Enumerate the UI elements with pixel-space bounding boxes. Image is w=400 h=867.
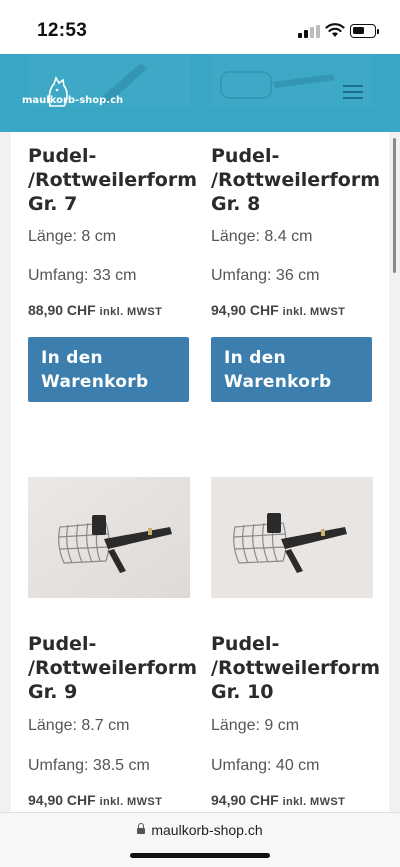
logo-text[interactable]: maulkorb-shop.ch — [22, 95, 123, 106]
product-grid: Pudel- /Rottweilerform Gr. 7 Länge: 8 cm… — [11, 132, 389, 812]
product-length: Länge: 8.7 cm — [28, 717, 130, 734]
product-image[interactable] — [28, 477, 190, 598]
product-price: 94,90 CHF inkl. MWST — [211, 302, 346, 318]
wifi-icon — [325, 23, 345, 37]
product-length: Länge: 8 cm — [28, 228, 117, 245]
home-indicator[interactable] — [130, 853, 270, 858]
url-text: maulkorb-shop.ch — [151, 822, 263, 838]
product-card: Pudel- /Rottweilerform Gr. 10 Länge: 9 c… — [211, 632, 380, 808]
status-time: 12:53 — [37, 20, 88, 41]
product-title[interactable]: Pudel- /Rottweilerform Gr. 7 — [28, 144, 197, 216]
product-price: 94,90 CHF inkl. MWST — [211, 792, 346, 808]
product-circumference: Umfang: 33 cm — [28, 267, 137, 284]
product-circumference: Umfang: 36 cm — [211, 267, 320, 284]
battery-icon — [350, 24, 379, 38]
product-length: Länge: 9 cm — [211, 717, 300, 734]
product-circumference: Umfang: 40 cm — [211, 757, 320, 774]
product-card: Pudel- /Rottweilerform Gr. 8 Länge: 8.4 … — [211, 144, 380, 402]
product-price: 88,90 CHF inkl. MWST — [28, 302, 163, 318]
product-title[interactable]: Pudel- /Rottweilerform Gr. 8 — [211, 144, 380, 216]
product-card: Pudel- /Rottweilerform Gr. 9 Länge: 8.7 … — [28, 632, 197, 808]
product-title[interactable]: Pudel- /Rottweilerform Gr. 9 — [28, 632, 197, 704]
product-length: Länge: 8.4 cm — [211, 228, 313, 245]
url-display[interactable]: maulkorb-shop.ch — [0, 822, 400, 838]
lock-icon — [137, 823, 146, 834]
product-card: Pudel- /Rottweilerform Gr. 7 Länge: 8 cm… — [28, 144, 197, 402]
product-circumference: Umfang: 38.5 cm — [28, 757, 150, 774]
hamburger-menu-icon[interactable] — [343, 85, 365, 101]
product-title[interactable]: Pudel- /Rottweilerform Gr. 10 — [211, 632, 380, 704]
product-image[interactable] — [211, 477, 373, 598]
scrollbar[interactable] — [393, 138, 396, 273]
cellular-signal-icon — [298, 25, 320, 38]
add-to-cart-button[interactable]: In den Warenkorb — [211, 337, 372, 402]
browser-address-bar[interactable]: maulkorb-shop.ch — [0, 812, 400, 867]
status-bar: 12:53 — [0, 0, 400, 54]
dog-logo-icon[interactable] — [20, 70, 100, 118]
add-to-cart-button[interactable]: In den Warenkorb — [28, 337, 189, 402]
site-header: maulkorb-shop.ch — [0, 54, 400, 132]
product-price: 94,90 CHF inkl. MWST — [28, 792, 163, 808]
